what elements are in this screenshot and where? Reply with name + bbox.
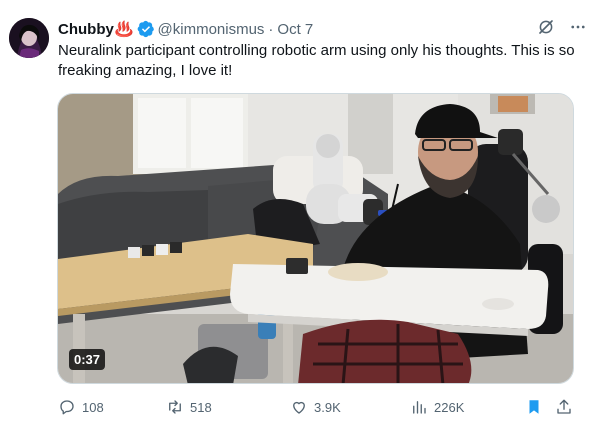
tweet-header: Chubby ♨️ @kimmonismus · Oct 7 (58, 18, 587, 40)
repost-button[interactable]: 518 (166, 396, 212, 418)
bookmark-button[interactable] (525, 396, 543, 418)
bookmark-icon (529, 400, 539, 414)
avatar-image (9, 18, 49, 58)
avatar[interactable] (9, 18, 49, 58)
tweet-text: Neuralink participant controlling roboti… (58, 42, 575, 79)
views-icon (413, 401, 426, 414)
repost-count: 518 (190, 399, 212, 415)
action-bar: 108 518 3.9K 226K (58, 396, 578, 418)
repost-icon (169, 400, 181, 414)
share-button[interactable] (555, 396, 573, 418)
like-count: 3.9K (314, 399, 341, 415)
video-thumbnail (58, 94, 573, 383)
share-icon (557, 399, 571, 414)
reply-count: 108 (82, 399, 104, 415)
separator-dot: · (268, 20, 274, 38)
reply-icon (60, 400, 74, 415)
author-name[interactable]: Chubby (58, 21, 114, 38)
more-icon[interactable] (569, 18, 587, 36)
like-button[interactable]: 3.9K (290, 396, 341, 418)
tweet-timestamp[interactable]: Oct 7 (277, 21, 313, 38)
name-emoji: ♨️ (114, 21, 134, 38)
grok-icon[interactable] (537, 18, 555, 36)
views-button[interactable]: 226K (410, 396, 464, 418)
verified-badge-icon (137, 20, 154, 38)
author-handle[interactable]: @kimmonismus (158, 21, 265, 38)
reply-button[interactable]: 108 (58, 396, 104, 418)
video-duration: 0:37 (69, 349, 106, 370)
video-player[interactable]: 0:37 (57, 93, 574, 384)
like-icon (293, 401, 305, 414)
views-count: 226K (434, 399, 465, 415)
tweet: Chubby ♨️ @kimmonismus · Oct 7 Neuralink… (0, 0, 597, 433)
header-icons (537, 18, 587, 36)
